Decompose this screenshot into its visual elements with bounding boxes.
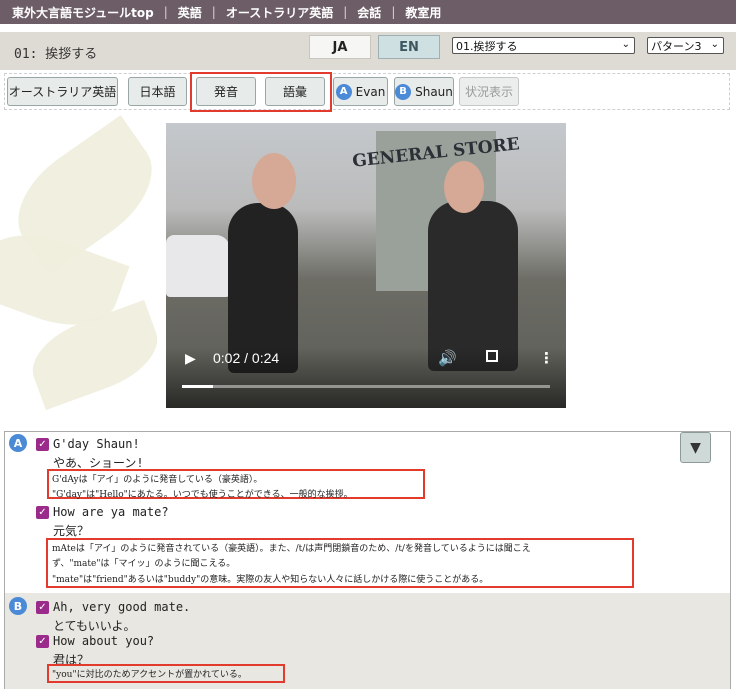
person-evan-head [252,153,296,209]
collapse-toggle-button[interactable]: ▼ [680,432,711,463]
lang-ja-button[interactable]: JA [309,35,371,59]
lang-en-button[interactable]: EN [378,35,440,59]
speaker-b-badge: B [9,597,27,615]
line-japanese: とてもいいよ。 [53,619,136,633]
pattern-select-value: パターン3 [651,39,702,53]
pronunciation-note: mAteは「アイ」のように発音されている（豪英語）。また、/t/は声門閉鎖音のた… [52,544,531,554]
chevron-down-icon: ⌄ [710,39,719,50]
nav-separator: | [211,5,216,19]
chevron-down-icon: ⌄ [621,39,630,50]
australian-english-button[interactable]: オーストラリア英語 [7,77,118,106]
speaker-shaun-label: Shaun [415,84,453,99]
line-checkbox[interactable]: ✓ [36,438,49,451]
speaker-b-icon: B [395,83,412,100]
person-shaun-head [444,161,484,213]
pronunciation-note: G'dAyは「アイ」のように発音している（豪英語）。 [52,475,263,485]
nav-conversation-link[interactable]: 会話 [357,4,381,21]
fullscreen-icon[interactable] [486,350,498,362]
vocabulary-note: "mate"は"friend"あるいは"buddy"の意味。実際の友人や知らない… [52,575,489,585]
video-progress-track[interactable] [182,385,550,388]
video-progress-fill [182,385,213,388]
lesson-select-value: 01.挨拶する [456,39,518,53]
more-options-icon[interactable]: ⋮ [539,349,554,367]
lesson-title: 01: 挨拶する [14,47,98,62]
nav-classroom-link[interactable]: 教室用 [405,4,441,21]
speaker-a-icon: A [335,83,352,100]
line-english: G'day Shaun! [53,437,140,451]
vocabulary-button[interactable]: 語彙 [265,77,325,106]
pronunciation-button[interactable]: 発音 [196,77,256,106]
speaker-a-badge: A [9,434,27,452]
japanese-button[interactable]: 日本語 [128,77,187,106]
speaker-evan-button[interactable]: A Evan [333,77,388,106]
speaker-shaun-button[interactable]: B Shaun [394,77,454,106]
person-shaun [428,201,518,371]
line-japanese: 元気？ [53,524,90,538]
vocabulary-note: "G'day"は"Hello"にあたる。いつでも使うことができる、一般的な挨拶。 [52,490,353,500]
volume-icon[interactable]: 🔊 [438,349,457,367]
nav-australian-english-link[interactable]: オーストラリア英語 [226,4,333,21]
line-checkbox[interactable]: ✓ [36,601,49,614]
pattern-select[interactable]: パターン3 ⌄ [647,37,724,54]
line-english: How about you? [53,634,155,648]
video-player[interactable]: GENERAL STORE ▶ 0:02 / 0:24 🔊 ⋮ [166,123,566,408]
car-image [166,235,230,297]
speaker-evan-label: Evan [355,84,386,99]
status-display-button[interactable]: 状況表示 [459,77,519,106]
top-nav: 東外大言語モジュールtop | 英語 | オーストラリア英語 | 会話 | 教室用 [0,0,736,24]
play-icon[interactable]: ▶ [185,351,196,367]
pronunciation-note: "you"に対比のためアクセントが置かれている。 [52,670,247,680]
nav-english-link[interactable]: 英語 [178,4,202,21]
line-checkbox[interactable]: ✓ [36,506,49,519]
video-time: 0:02 / 0:24 [213,350,280,366]
nav-separator: | [163,5,168,19]
nav-separator: | [391,5,396,19]
line-english: Ah, very good mate. [53,600,191,614]
line-english: How are ya mate? [53,505,169,519]
line-checkbox[interactable]: ✓ [36,635,49,648]
nav-separator: | [343,5,348,19]
pronunciation-note: ず、"mate"は「マイッ」のように聞こえる。 [52,559,236,569]
lesson-select[interactable]: 01.挨拶する ⌄ [452,37,635,54]
nav-top-link[interactable]: 東外大言語モジュールtop [12,4,154,21]
